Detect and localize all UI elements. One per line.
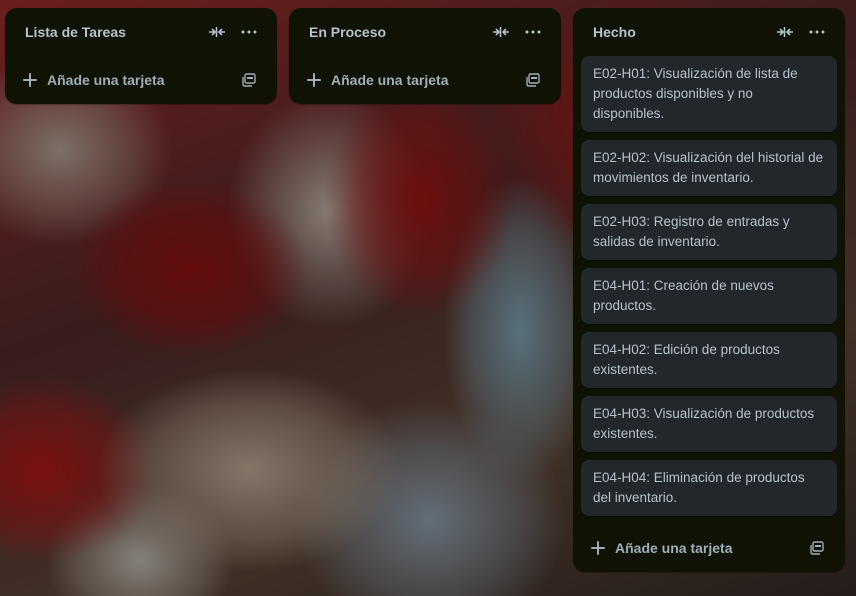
list-header: Lista de Tareas [5, 8, 277, 56]
card[interactable]: E02-H01: Visualización de lista de produ… [581, 56, 837, 132]
card[interactable]: E04-H02: Edición de productos existentes… [581, 332, 837, 388]
plus-icon [307, 73, 321, 87]
collapse-icon [777, 27, 793, 37]
list-lista-de-tareas: Lista de Tareas Añade una tarjeta [5, 8, 277, 104]
collapse-list-button[interactable] [485, 16, 517, 48]
card-template-icon [242, 73, 256, 87]
add-card-label: Añade una tarjeta [47, 72, 165, 88]
more-icon [525, 30, 541, 34]
card[interactable]: E04-H04: Eliminación de productos del in… [581, 460, 837, 516]
list-en-proceso: En Proceso Añade una tarjeta [289, 8, 561, 104]
card[interactable]: E04-H01: Creación de nuevos productos. [581, 268, 837, 324]
card[interactable]: E04-H03: Visualización de productos exis… [581, 396, 837, 452]
create-from-template-button[interactable] [801, 532, 833, 564]
more-icon [241, 30, 257, 34]
list-actions-button[interactable] [517, 16, 549, 48]
add-card-label: Añade una tarjeta [331, 72, 449, 88]
card[interactable]: E02-H02: Visualización del historial de … [581, 140, 837, 196]
add-card-button[interactable]: Añade una tarjeta [585, 532, 801, 564]
plus-icon [23, 73, 37, 87]
card-template-icon [526, 73, 540, 87]
collapse-list-button[interactable] [769, 16, 801, 48]
add-card-button[interactable]: Añade una tarjeta [301, 64, 517, 96]
list-footer: Añade una tarjeta [5, 56, 277, 104]
create-from-template-button[interactable] [517, 64, 549, 96]
list-actions-button[interactable] [233, 16, 265, 48]
list-footer: Añade una tarjeta [573, 524, 845, 572]
collapse-list-button[interactable] [201, 16, 233, 48]
add-card-button[interactable]: Añade una tarjeta [17, 64, 233, 96]
create-from-template-button[interactable] [233, 64, 265, 96]
add-card-label: Añade una tarjeta [615, 540, 733, 556]
card-list: E02-H01: Visualización de lista de produ… [573, 56, 845, 516]
list-header: Hecho [573, 8, 845, 56]
collapse-icon [209, 27, 225, 37]
list-actions-button[interactable] [801, 16, 833, 48]
list-title[interactable]: Hecho [593, 24, 769, 40]
card[interactable]: E02-H03: Registro de entradas y salidas … [581, 204, 837, 260]
list-title[interactable]: En Proceso [309, 24, 485, 40]
list-hecho: Hecho E02-H01: Visualización de lista de… [573, 8, 845, 572]
card-template-icon [810, 541, 824, 555]
board-lists: Lista de Tareas Añade una tarjeta En Pro… [0, 0, 856, 596]
more-icon [809, 30, 825, 34]
list-header: En Proceso [289, 8, 561, 56]
list-footer: Añade una tarjeta [289, 56, 561, 104]
list-title[interactable]: Lista de Tareas [25, 24, 201, 40]
collapse-icon [493, 27, 509, 37]
plus-icon [591, 541, 605, 555]
